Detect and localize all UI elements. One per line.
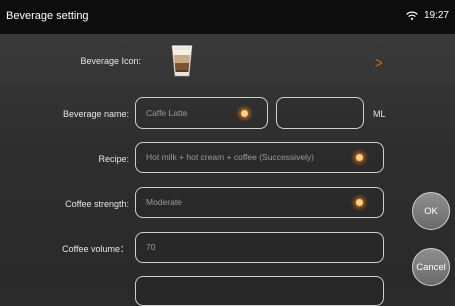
recipe-value: Hot milk + hot cream + coffee (Successiv… — [146, 152, 315, 162]
next-setting-field[interactable] — [135, 276, 384, 306]
coffee-strength-label: Coffee strength: — [65, 199, 129, 209]
beverage-volume-input[interactable] — [276, 97, 364, 129]
status-bar: Beverage setting 19:27 — [0, 0, 455, 34]
wifi-icon — [406, 11, 418, 20]
chevron-right-icon[interactable]: > — [375, 54, 383, 72]
edit-indicator-dot — [356, 199, 363, 206]
beverage-name-value: Caffe Latte — [146, 108, 188, 118]
recipe-select[interactable]: Hot milk + hot cream + coffee (Successiv… — [135, 142, 384, 173]
unit-ml-label: ML — [373, 109, 386, 119]
beverage-name-input[interactable]: Caffe Latte — [135, 97, 268, 129]
cancel-button[interactable]: Cancel — [412, 248, 450, 286]
screen-title: Beverage setting — [6, 10, 89, 22]
coffee-strength-select[interactable]: Moderate — [135, 187, 384, 218]
edit-indicator-dot — [356, 154, 363, 161]
coffee-volume-value: 70 — [146, 242, 156, 252]
clock-time: 19:27 — [423, 10, 449, 21]
ok-button[interactable]: OK — [412, 192, 450, 230]
beverage-name-label: Beverage name: — [62, 109, 129, 119]
status-indicators: 19:27 — [406, 10, 449, 21]
recipe-label: Recipe: — [98, 154, 129, 164]
beverage-icon-label: Beverage Icon: — [80, 56, 141, 66]
cafe-latte-cup-icon[interactable] — [169, 44, 195, 78]
coffee-volume-label: Coffee volume： — [62, 244, 129, 254]
edit-indicator-dot — [241, 110, 248, 117]
coffee-strength-value: Moderate — [146, 197, 182, 207]
coffee-volume-input[interactable]: 70 — [135, 232, 384, 263]
